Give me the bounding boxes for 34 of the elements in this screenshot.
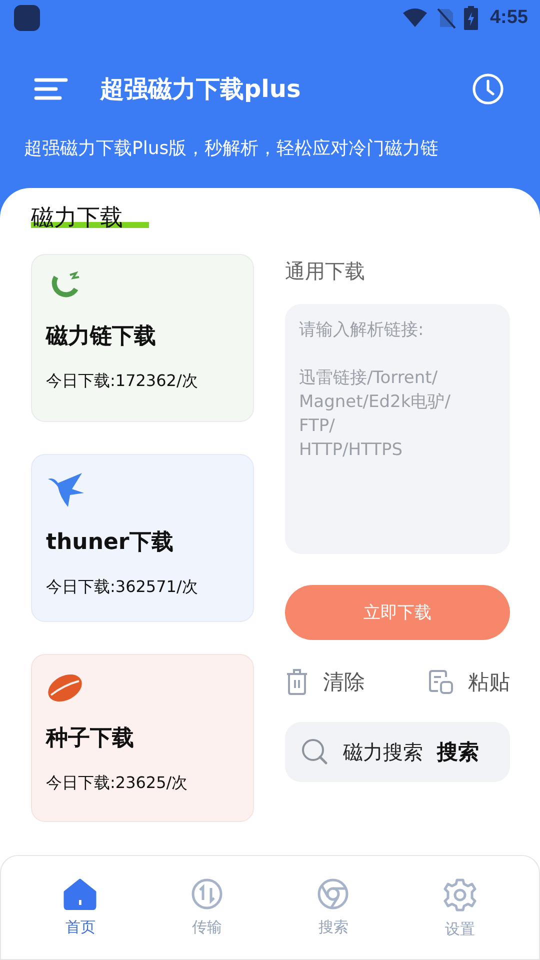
- general-download-title: 通用下载: [285, 258, 366, 285]
- download-card[interactable]: 种子下载 今日下载:23625/次: [31, 654, 254, 822]
- app-notification-icon: [14, 5, 40, 31]
- action-button[interactable]: 粘贴: [428, 668, 510, 696]
- search-button[interactable]: 搜索: [437, 738, 479, 766]
- app-subtitle: 超强磁力下载Plus版，秒解析，轻松应对冷门磁力链: [23, 137, 440, 160]
- app-title: 超强磁力下载plus: [100, 74, 302, 105]
- download-card[interactable]: 磁力链下载 今日下载:172362/次: [31, 254, 254, 422]
- no-sim-icon: [436, 7, 456, 29]
- link-input-field[interactable]: 请输入解析链接: 迅雷链接/Torrent/ Magnet/Ed2k电驴/ FTP/ HTTP/HTTPS: [285, 304, 510, 554]
- search-label: 磁力搜索: [343, 738, 423, 766]
- card-title: 种子下载: [46, 725, 134, 753]
- download-count: 今日下载:23625/次: [46, 773, 188, 794]
- search-icon: [301, 738, 329, 766]
- transfer-icon: [190, 878, 223, 910]
- download-card[interactable]: thuner下载 今日下载:362571/次: [31, 454, 254, 622]
- clipboard-icon: [428, 669, 454, 695]
- wifi-icon: [402, 8, 428, 28]
- status-time: 4:55: [490, 7, 528, 29]
- battery-icon: [464, 6, 478, 30]
- action-button[interactable]: 清除: [285, 668, 365, 696]
- search-bar[interactable]: 磁力搜索 搜索: [285, 722, 510, 782]
- menu-icon[interactable]: [34, 77, 68, 101]
- history-clock-icon[interactable]: [472, 73, 504, 105]
- download-count: 今日下载:172362/次: [46, 371, 198, 392]
- bird-icon: [46, 471, 86, 509]
- card-title: thuner下载: [46, 529, 174, 557]
- nav-tab[interactable]: 首页: [35, 856, 126, 959]
- trash-icon: [285, 668, 309, 696]
- settings-icon: [442, 878, 477, 912]
- card-title: 磁力链下载: [46, 323, 156, 351]
- browser-icon: [317, 878, 350, 910]
- download-count: 今日下载:362571/次: [46, 577, 198, 598]
- home-icon: [63, 878, 98, 910]
